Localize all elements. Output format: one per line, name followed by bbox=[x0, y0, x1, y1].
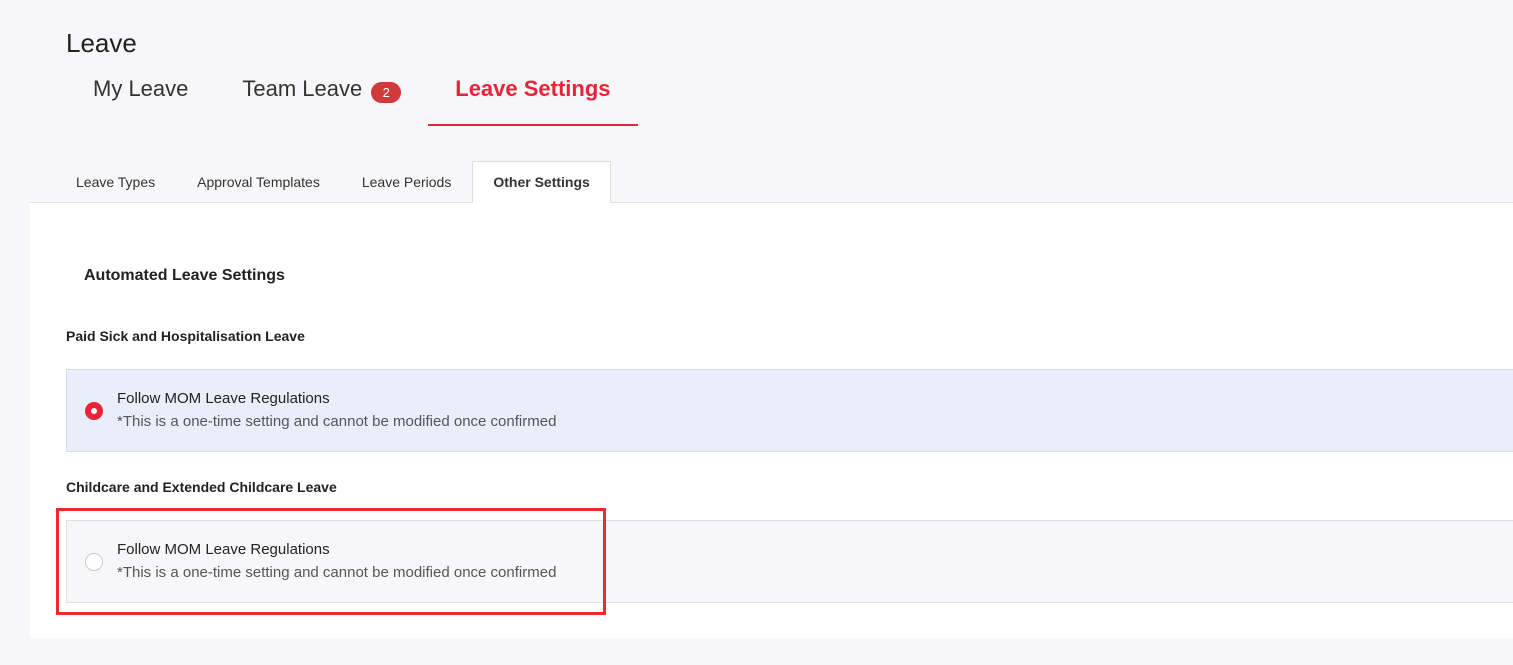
tab-my-leave-label: My Leave bbox=[93, 76, 189, 101]
page-title: Leave bbox=[66, 28, 137, 58]
tab-team-leave-label: Team Leave bbox=[242, 76, 363, 101]
option-childcare-follow-mom[interactable]: Follow MOM Leave Regulations *This is a … bbox=[66, 520, 1513, 603]
subtab-leave-types[interactable]: Leave Types bbox=[55, 161, 176, 202]
option-title: Follow MOM Leave Regulations bbox=[117, 541, 330, 558]
option-subtitle: *This is a one-time setting and cannot b… bbox=[117, 564, 557, 581]
option-title: Follow MOM Leave Regulations bbox=[117, 390, 330, 407]
group-label-childcare-leave: Childcare and Extended Childcare Leave bbox=[66, 479, 337, 495]
subtab-leave-periods[interactable]: Leave Periods bbox=[341, 161, 473, 202]
subtab-approval-templates[interactable]: Approval Templates bbox=[176, 161, 341, 202]
tab-team-leave[interactable]: Team Leave 2 bbox=[215, 70, 428, 126]
tab-leave-settings-label: Leave Settings bbox=[455, 76, 611, 101]
option-sick-leave-follow-mom[interactable]: Follow MOM Leave Regulations *This is a … bbox=[66, 369, 1513, 452]
tab-leave-settings[interactable]: Leave Settings bbox=[428, 70, 638, 126]
radio-selected-icon[interactable] bbox=[85, 402, 103, 420]
team-leave-count-badge: 2 bbox=[371, 82, 402, 103]
option-subtitle: *This is a one-time setting and cannot b… bbox=[117, 413, 557, 430]
group-label-sick-leave: Paid Sick and Hospitalisation Leave bbox=[66, 328, 305, 344]
settings-sub-tabs: Leave Types Approval Templates Leave Per… bbox=[55, 161, 611, 203]
tab-my-leave[interactable]: My Leave bbox=[66, 70, 215, 126]
main-tabs: My Leave Team Leave 2 Leave Settings bbox=[66, 70, 638, 126]
subtab-other-settings[interactable]: Other Settings bbox=[472, 161, 611, 203]
other-settings-panel: Automated Leave Settings Paid Sick and H… bbox=[30, 202, 1513, 638]
section-title: Automated Leave Settings bbox=[84, 267, 285, 284]
radio-unselected-icon[interactable] bbox=[85, 553, 103, 571]
